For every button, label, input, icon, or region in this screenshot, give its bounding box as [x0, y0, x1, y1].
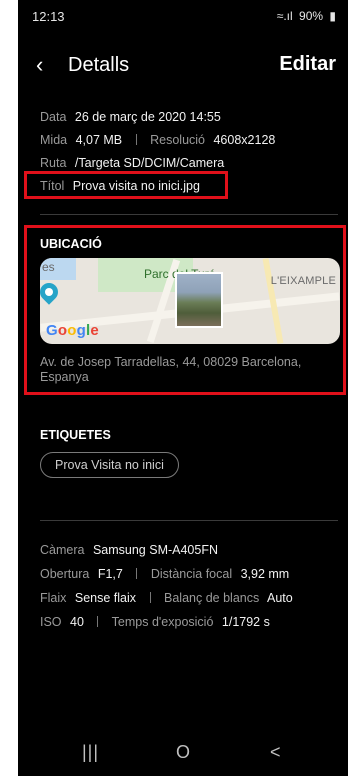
iso-label: ISO	[40, 615, 62, 629]
location-map[interactable]: es Parc del Turó L'EIXAMPLE Google	[40, 258, 340, 344]
path-label: Ruta	[40, 156, 67, 170]
wb-label: Balanç de blancs	[164, 591, 260, 605]
map-label-eixample: L'EIXAMPLE	[270, 275, 336, 287]
signal-icon: ≈.ıl	[276, 9, 293, 23]
system-nav-bar: ||| O <	[18, 732, 348, 776]
location-section-title: UBICACIÓ	[40, 237, 102, 251]
photo-thumbnail	[175, 272, 223, 328]
home-icon[interactable]: O	[176, 742, 190, 763]
page-title: Detalls	[68, 54, 130, 76]
status-bar: 12:13 ≈.ıl 90% ▮	[18, 0, 348, 34]
date-value: 26 de març de 2020 14:55	[74, 110, 221, 124]
back-arrow-icon[interactable]: ‹	[36, 52, 43, 78]
iso-value: 40	[70, 615, 84, 629]
divider	[40, 520, 338, 521]
map-pin-icon	[40, 279, 62, 305]
app-bar: ‹ Detalls Editar	[18, 50, 348, 86]
aperture-value: F1,7	[97, 567, 123, 581]
recents-icon[interactable]: |||	[82, 742, 99, 763]
iso-exposure-row: ISO 40 Temps d'exposició 1/1792 s	[40, 615, 270, 629]
camera-value: Samsung SM-A405FN	[92, 543, 219, 557]
path-row: Ruta /Targeta SD/DCIM/Camera	[40, 156, 224, 170]
flash-label: Flaix	[40, 591, 67, 605]
separator	[97, 616, 99, 627]
map-label-es: es	[42, 260, 55, 274]
exposure-label: Temps d'exposició	[111, 615, 214, 629]
location-address: Av. de Josep Tarradellas, 44, 08029 Barc…	[40, 355, 302, 384]
separator	[135, 134, 137, 145]
camera-label: Càmera	[40, 543, 85, 557]
edit-button[interactable]: Editar	[279, 53, 336, 76]
title-highlight-box	[24, 171, 228, 199]
google-logo: Google	[46, 322, 99, 339]
battery-icon: ▮	[329, 9, 336, 23]
phone-screen: 12:13 ≈.ıl 90% ▮ ‹ Detalls Editar Data 2…	[18, 0, 348, 776]
battery-level: 90%	[299, 9, 324, 23]
resolution-label: Resolució	[150, 133, 205, 147]
exposure-value: 1/1792 s	[221, 615, 270, 629]
date-row: Data 26 de març de 2020 14:55	[40, 110, 221, 124]
focal-label: Distància focal	[150, 567, 233, 581]
flash-wb-row: Flaix Sense flaix Balanç de blancs Auto	[40, 591, 293, 605]
tag-chip[interactable]: Prova Visita no inici	[40, 452, 179, 478]
size-value: 4,07 MB	[75, 133, 123, 147]
size-resolution-row: Mida 4,07 MB Resolució 4608x2128	[40, 133, 275, 147]
aperture-label: Obertura	[40, 567, 90, 581]
separator	[136, 568, 138, 579]
status-icons: ≈.ıl 90% ▮	[274, 9, 336, 23]
nav-back-icon[interactable]: <	[270, 742, 281, 763]
date-label: Data	[40, 110, 67, 124]
wb-value: Auto	[267, 591, 293, 605]
separator	[149, 592, 151, 603]
status-time: 12:13	[32, 9, 65, 24]
resolution-value: 4608x2128	[213, 133, 276, 147]
path-value: /Targeta SD/DCIM/Camera	[74, 156, 225, 170]
divider	[40, 214, 338, 215]
flash-value: Sense flaix	[74, 591, 137, 605]
size-label: Mida	[40, 133, 68, 147]
camera-row: Càmera Samsung SM-A405FN	[40, 543, 218, 557]
focal-value: 3,92 mm	[240, 567, 290, 581]
aperture-focal-row: Obertura F1,7 Distància focal 3,92 mm	[40, 567, 289, 581]
tags-section-title: ETIQUETES	[40, 428, 111, 442]
